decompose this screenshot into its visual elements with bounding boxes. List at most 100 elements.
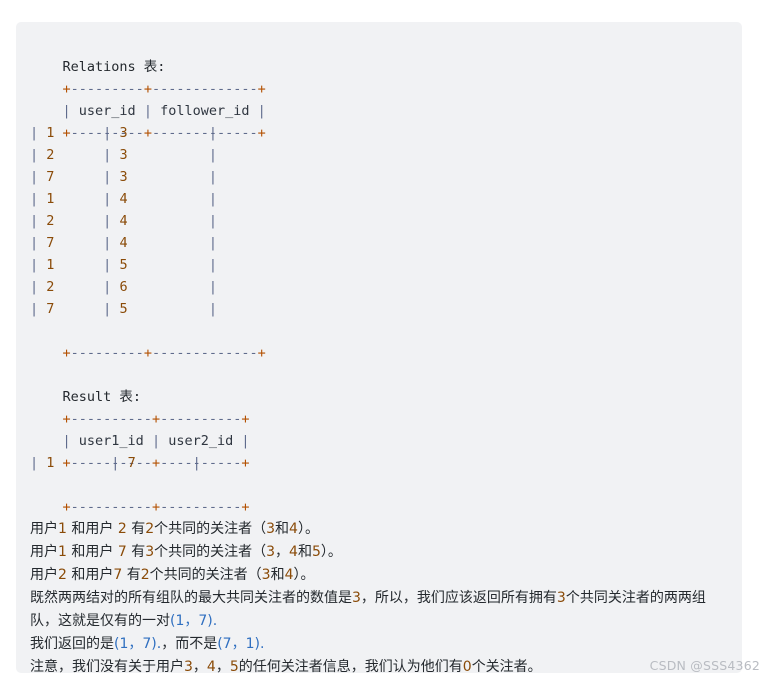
table-cell: 3 — [119, 169, 209, 185]
explanation-number: 4 — [289, 521, 298, 537]
table-cell: 3 — [119, 147, 209, 163]
explanation-line: 注意，我们没有关于用户3，4，5的任何关注者信息，我们认为他们有0个关注者。 — [30, 656, 728, 673]
explanation-number: 1 — [58, 544, 67, 560]
table-row: | 7 | 4 | — [30, 232, 728, 254]
explanation-number: 3 — [352, 590, 361, 606]
ascii-rule-dash: ------------- — [151, 345, 258, 361]
explanation-cjk: ，而不是 — [161, 636, 218, 652]
explanation-cjk: 和用户 — [66, 521, 118, 537]
explanation-number: 4 — [289, 544, 298, 560]
explanation-number: 3 — [556, 590, 566, 606]
explanation-cjk: 有 — [122, 567, 141, 583]
table-row: | 1 | 3 | — [30, 122, 728, 144]
ascii-pipe: | — [143, 433, 169, 449]
ascii-pipe: | — [30, 301, 47, 317]
result-rows: | 1 | 7 | — [30, 452, 728, 474]
ascii-rule-dash: --------- — [70, 81, 144, 97]
ascii-pipe: | — [30, 279, 47, 295]
table-cell: 2 — [46, 147, 104, 163]
explanation-cjk: 和用户 — [66, 567, 114, 583]
explanation-cjk: 注意，我们没有关于用户 — [30, 659, 184, 673]
ascii-pipe: | — [62, 103, 79, 119]
table-cell: 2 — [46, 279, 104, 295]
watermark: CSDN @SSS4362 — [649, 658, 760, 673]
explanation-cjk: ，所以，我们应该返回所有拥有 — [360, 590, 557, 606]
explanation-cjk: 我们返回的是 — [30, 636, 114, 652]
explanation-number: 3 — [266, 521, 276, 537]
table-row: | 2 | 6 | — [30, 276, 728, 298]
ascii-pipe: | — [135, 103, 161, 119]
table-cell: 7 — [46, 169, 104, 185]
explanation-pair: (7，1). — [217, 636, 265, 652]
explanation-cjk: 的任何关注者信息，我们认为他们有 — [238, 659, 463, 673]
explanation-line: 用户1 和用户 2 有2个共同的关注者（3和4）。 — [30, 518, 728, 541]
explanation-cjk: ）。 — [293, 567, 315, 583]
ascii-pipe: | — [30, 147, 47, 163]
column-header-user2-id: user2_id — [168, 433, 234, 449]
ascii-pipe: | — [208, 257, 217, 273]
explanation-number: 3 — [261, 567, 271, 583]
table-cell: 2 — [46, 213, 104, 229]
column-header-user-id: user_id — [78, 103, 136, 119]
explanation-text: 用户1 和用户 2 有2个共同的关注者（3和4）。 用户1 和用户 7 有3个共同… — [30, 518, 728, 673]
explanation-cjk: 用户 — [30, 567, 58, 583]
explanation-cjk: ， — [192, 659, 207, 673]
table-cell: 7 — [127, 455, 193, 471]
table-cell: 1 — [46, 191, 104, 207]
table-cell: 5 — [119, 301, 209, 317]
explanation-number: 1 — [58, 521, 67, 537]
explanation-cjk: 既然两两结对的所有组队的最大共同关注者的数值是 — [30, 590, 352, 606]
ascii-pipe: | — [30, 455, 47, 471]
explanation-cjk: 用户 — [30, 544, 58, 560]
explanation-cjk: 和 — [297, 544, 312, 560]
explanation-cjk: 有 — [126, 544, 146, 560]
ascii-rule-plus: + — [257, 125, 266, 141]
ascii-pipe: | — [233, 433, 250, 449]
table-row: | 1 | 5 | — [30, 254, 728, 276]
explanation-line: 我们返回的是(1，7).，而不是(7，1). — [30, 633, 728, 656]
table-row: | 2 | 4 | — [30, 210, 728, 232]
relations-rows: | 1 | 3 | | 2 | 3 | | 7 | 3 | | 1 | 4 | | 2 … — [30, 122, 728, 320]
column-header-user1-id: user1_id — [78, 433, 144, 449]
explanation-cjk: 有 — [126, 521, 146, 537]
ascii-pipe: | — [103, 147, 120, 163]
explanation-number: 2 — [140, 567, 150, 583]
ascii-pipe: | — [103, 213, 120, 229]
result-heading-text: Result 表: — [62, 389, 142, 405]
ascii-rule-dash: ---------- — [70, 411, 152, 427]
explanation-line: 既然两两结对的所有组队的最大共同关注者的数值是3，所以，我们应该返回所有拥有3个… — [30, 587, 728, 633]
ascii-rule-plus: + — [241, 499, 250, 515]
ascii-rule-plus: + — [62, 345, 71, 361]
explanation-cjk: 个共同的关注者（ — [154, 521, 267, 537]
ascii-pipe: | — [30, 257, 47, 273]
result-heading: Result 表: — [30, 364, 728, 405]
explanation-number: 0 — [462, 659, 472, 673]
explanation-number: 4 — [284, 567, 294, 583]
explanation-cjk: 和 — [270, 567, 285, 583]
table-row: | 1 | 7 | — [30, 452, 728, 474]
relations-heading-text: Relations 表: — [62, 59, 166, 75]
ascii-pipe: | — [208, 191, 217, 207]
explanation-cjk: 用户 — [30, 521, 58, 537]
explanation-cjk: ）。 — [320, 544, 342, 560]
ascii-pipe: | — [208, 301, 217, 317]
ascii-pipe: | — [30, 213, 47, 229]
explanation-pair: (1，7). — [114, 636, 162, 652]
ascii-pipe: | — [103, 125, 120, 141]
ascii-pipe: | — [103, 301, 120, 317]
explanation-number: 2 — [145, 521, 155, 537]
ascii-rule-plus: + — [62, 81, 71, 97]
ascii-pipe: | — [249, 103, 266, 119]
explanation-number: 7 — [113, 567, 123, 583]
explanation-number: 3 — [145, 544, 155, 560]
table-cell: 1 — [46, 455, 112, 471]
table-cell: 5 — [119, 257, 209, 273]
ascii-pipe: | — [103, 191, 120, 207]
table-cell: 4 — [119, 213, 209, 229]
explanation-number: 5 — [229, 659, 239, 673]
ascii-rule-plus: + — [257, 81, 266, 97]
ascii-pipe: | — [103, 169, 120, 185]
ascii-pipe: | — [30, 235, 47, 251]
ascii-pipe: | — [208, 147, 217, 163]
ascii-rule-dash: --------- — [70, 345, 144, 361]
